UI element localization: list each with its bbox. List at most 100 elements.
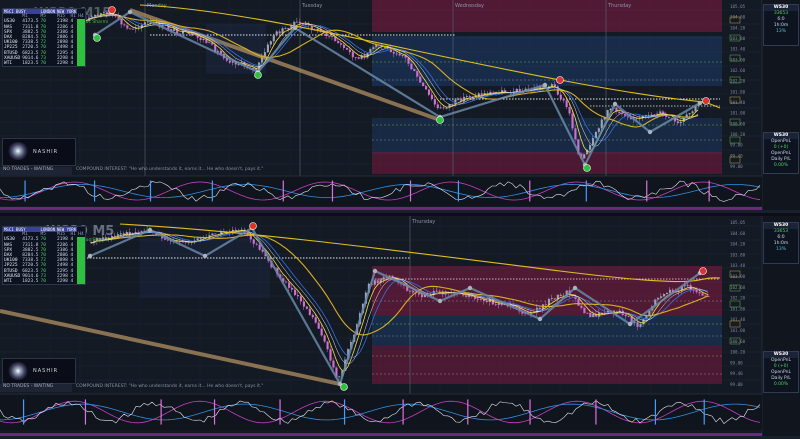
table-cell: WTI: [4, 61, 13, 67]
chart-canvas-m15[interactable]: Monday Tuesday Wednesday Thursday 105.05104.…: [0, 0, 800, 213]
candle-body: [688, 113, 691, 115]
candle-body: [285, 281, 288, 283]
candle-body: [668, 289, 672, 293]
chart-pane-m15[interactable]: Monday Tuesday Wednesday Thursday 105.05 104.…: [0, 0, 800, 213]
candle-body: [439, 107, 442, 109]
supply-demand-zone: [372, 36, 722, 86]
supply-demand-zone: [372, 316, 722, 346]
candle-body: [328, 36, 331, 37]
table-cell: 4173.5: [22, 19, 39, 25]
right-info-box: WS30 33653 6:0 1h:0m 13%: [763, 4, 799, 46]
candle-body: [258, 244, 261, 250]
candle-body: [373, 280, 376, 285]
candle-body: [666, 292, 669, 295]
table-cell: 2198: [56, 237, 68, 243]
price-tick-label: 104.20: [730, 25, 746, 30]
right-pnl-box: WS30 OpenPnL 0 (+0) OpenPnL Daily P/L 0.…: [763, 132, 799, 174]
status-dot: [77, 61, 85, 67]
candle-body: [663, 294, 666, 297]
price-tick-label: 100.20: [730, 132, 746, 137]
swing-point: [537, 316, 543, 322]
right-box-line4: 13%: [775, 247, 786, 252]
candle-body: [442, 107, 445, 109]
candle-body: [395, 53, 398, 55]
sell-signal-icon: [702, 97, 710, 105]
candle-body: [539, 307, 542, 310]
candle-body: [305, 306, 308, 309]
price-tick-label: 103.40: [730, 263, 746, 268]
no-trades-label: NO TRADES - WAITING: [0, 384, 72, 392]
table-row: WTI 1823.5 70 2298 4: [3, 61, 85, 67]
candle-body: [217, 50, 220, 52]
candle-body: [559, 294, 562, 297]
candle-body: [691, 111, 694, 114]
chart-canvas-m5[interactable]: Thursday 105.05 104.60 104.20 103.80 103.40 10…: [0, 216, 800, 439]
candle-body: [331, 36, 334, 37]
candle-body: [398, 53, 401, 56]
candle-body: [332, 360, 335, 368]
swing-point: [467, 285, 473, 291]
candle-body: [329, 349, 332, 361]
supply-demand-zone: [140, 238, 270, 298]
candle-body: [293, 21, 296, 26]
candle-body: [278, 31, 281, 34]
price-tick-label: 100.20: [730, 350, 746, 355]
histogram-strip: [0, 207, 762, 210]
candle-body: [351, 52, 354, 58]
candle-body: [126, 25, 129, 29]
candle-body: [275, 31, 278, 36]
sell-signal-icon: [699, 267, 707, 275]
candle-body: [337, 41, 340, 44]
candle-body: [583, 154, 586, 159]
swing-point: [127, 9, 133, 15]
candle-body: [589, 312, 592, 318]
candle-body: [266, 44, 269, 53]
price-tick-label: 105.05: [730, 4, 746, 9]
candle-body: [338, 376, 341, 378]
candle-body: [409, 290, 412, 292]
candle-body: [679, 121, 682, 124]
compound-interest-text: COMPOUND INTEREST: "He who understands i…: [76, 384, 264, 389]
buy-signal-icon: [436, 116, 444, 124]
candle-body: [372, 47, 375, 50]
table-cell: 4: [70, 61, 74, 67]
buy-signal-icon: [254, 71, 262, 79]
swing-point: [627, 321, 633, 327]
candle-body: [119, 233, 122, 235]
candle-body: [234, 229, 238, 231]
candle-body: [357, 57, 360, 59]
price-tick-label: 99.00: [730, 164, 743, 169]
candle-body: [480, 298, 483, 300]
candle-body: [492, 92, 495, 93]
supply-demand-zone: [372, 346, 722, 384]
histogram-strip: [0, 433, 762, 436]
pnl-l6: 0.00%: [773, 163, 789, 168]
supply-demand-zone: [372, 0, 722, 32]
candle-body: [323, 335, 326, 342]
no-trades-text: NO TRADES - WAITING: [3, 167, 54, 172]
candle-body: [299, 21, 302, 24]
price-tick-label: 104.60: [730, 231, 746, 236]
buy-signal-icon: [340, 383, 348, 391]
table-cell: 1823.5: [22, 279, 39, 285]
swing-point: [572, 285, 578, 291]
swing-point: [292, 25, 298, 31]
candle-body: [657, 297, 660, 300]
table-header-cell: H4: [78, 232, 84, 238]
day-label: Wednesday: [455, 3, 484, 9]
candle-body: [676, 121, 679, 124]
table-cell: 1823.5: [22, 61, 39, 67]
candle-body: [627, 316, 630, 317]
table-cell: 70: [40, 279, 46, 285]
candle-body: [123, 24, 126, 26]
price-tick-label: 105.05: [730, 220, 746, 225]
price-tick-label: 103.80: [730, 252, 746, 257]
candle-body: [348, 49, 351, 53]
candle-body: [228, 60, 231, 63]
candle-body: [586, 312, 589, 314]
chart-pane-m5[interactable]: Thursday 105.05 104.60 104.20 103.80 103.40 10…: [0, 216, 800, 439]
table-cell: 4173.5: [22, 237, 39, 243]
logo-text: NASHIR: [33, 149, 59, 155]
candle-body: [190, 33, 193, 35]
table-header-cell: H4: [78, 14, 84, 20]
